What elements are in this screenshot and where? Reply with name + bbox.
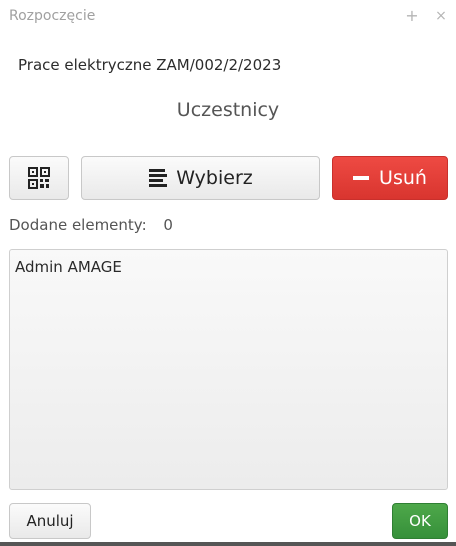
remove-button-label: Usuń bbox=[379, 167, 427, 189]
minus-icon bbox=[353, 176, 370, 180]
added-count: Dodane elementy: 0 bbox=[9, 216, 173, 234]
title-bar: Rozpoczęcie + × bbox=[0, 0, 456, 34]
cancel-button[interactable]: Anuluj bbox=[9, 503, 91, 539]
qr-code-icon bbox=[28, 167, 50, 189]
window-title: Rozpoczęcie bbox=[9, 8, 96, 24]
added-count-value: 0 bbox=[163, 216, 173, 234]
choose-button[interactable]: Wybierz bbox=[81, 156, 320, 200]
job-subtitle: Prace elektryczne ZAM/002/2/2023 bbox=[18, 56, 282, 74]
close-icon[interactable]: × bbox=[432, 6, 450, 26]
list-icon bbox=[148, 168, 168, 188]
scan-qr-button[interactable] bbox=[9, 156, 69, 200]
remove-button[interactable]: Usuń bbox=[332, 156, 448, 200]
list-item[interactable]: Admin AMAGE bbox=[10, 250, 447, 284]
participants-list[interactable]: Admin AMAGE bbox=[9, 249, 448, 490]
bottom-divider bbox=[0, 542, 456, 546]
ok-button[interactable]: OK bbox=[392, 503, 448, 539]
choose-button-label: Wybierz bbox=[176, 167, 253, 189]
section-title: Uczestnicy bbox=[176, 99, 280, 121]
added-count-label: Dodane elementy: bbox=[9, 216, 147, 234]
add-icon[interactable]: + bbox=[403, 6, 421, 26]
